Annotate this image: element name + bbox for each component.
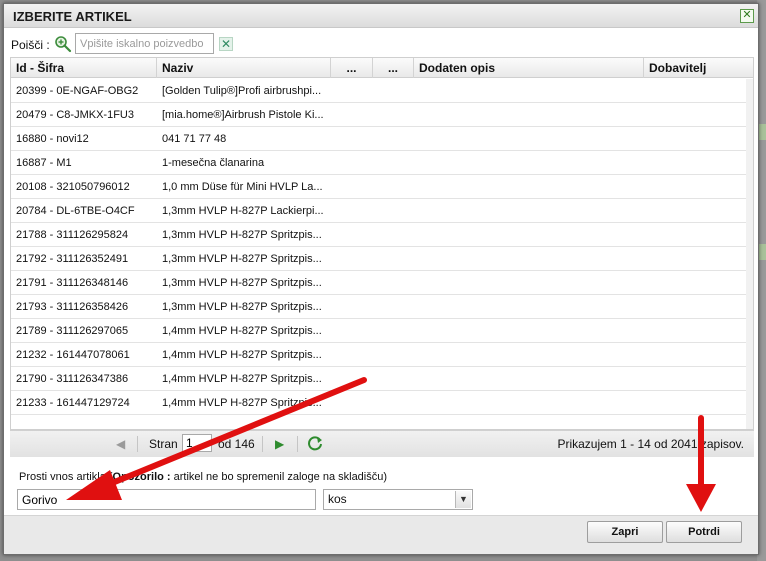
cell-id-sifra: 21790 - 311126347386 (16, 373, 129, 385)
cell-id-sifra: 16887 - M1 (16, 157, 72, 169)
column-header-id[interactable]: Id - Šifra (11, 58, 157, 78)
close-icon[interactable]: ✕ (740, 9, 754, 23)
page-count-label: od 146 (218, 437, 255, 451)
cell-naziv: 1,4mm HVLP H-827P Spritzpis... (162, 349, 322, 361)
table-row[interactable]: 21790 - 311126347386 1,4mm HVLP H-827P Sp… (11, 367, 753, 391)
cell-naziv: 1-mesečna članarina (162, 157, 265, 169)
next-page-icon[interactable]: ▶ (275, 438, 284, 450)
cell-naziv: 1,3mm HVLP H-827P Spritzpis... (162, 253, 322, 265)
table-row[interactable]: 20784 - DL-6TBE-O4CF 1,3mm HVLP H-827P La… (11, 199, 753, 223)
cell-naziv: 041 71 77 48 (162, 133, 227, 145)
column-header-extra-2[interactable]: ... (373, 58, 414, 78)
dialog-title: IZBERITE ARTIKEL (13, 9, 132, 24)
dialog-footer: Zapri Potrdi (4, 515, 758, 554)
chevron-down-icon[interactable]: ▼ (455, 491, 471, 508)
table-row[interactable]: 16880 - novi12 041 71 77 48 (11, 127, 753, 151)
manual-entry-section: Prosti vnos artikla (Opozorilo : artikel… (10, 457, 754, 515)
cell-naziv: 1,4mm HVLP H-827P Spritzpis... (162, 325, 322, 337)
cell-id-sifra: 16880 - novi12 (16, 133, 89, 145)
previous-page-icon[interactable]: ◀ (116, 438, 125, 450)
manual-entry-label-prefix: Prosti vnos artikla ( (19, 471, 113, 483)
column-header-naziv[interactable]: Naziv (157, 58, 331, 78)
manual-entry-warning: Opozorilo : (112, 471, 171, 483)
cell-id-sifra: 21789 - 311126297065 (16, 325, 129, 337)
table-row[interactable]: 21792 - 311126352491 1,3mm HVLP H-827P Sp… (11, 247, 753, 271)
column-header-extra-1[interactable]: ... (331, 58, 373, 78)
cell-naziv: [mia.home®]Airbrush Pistole Ki... (162, 109, 324, 121)
table-row[interactable]: 21789 - 311126297065 1,4mm HVLP H-827P Sp… (11, 319, 753, 343)
unit-select[interactable]: kos ▼ (323, 489, 473, 510)
cell-id-sifra: 21232 - 161447078061 (16, 349, 130, 361)
cell-naziv: 1,0 mm Düse für Mini HVLP La... (162, 181, 323, 193)
grid-body: 20399 - 0E-NGAF-OBG2 [Golden Tulip®]Profi… (11, 79, 753, 415)
column-header-dobavitelj[interactable]: Dobavitelj (644, 58, 753, 78)
cell-naziv: 1,4mm HVLP H-827P Spritzpis... (162, 397, 322, 409)
unit-select-value: kos (328, 492, 347, 506)
search-input[interactable] (75, 33, 214, 54)
cell-id-sifra: 21233 - 161447129724 (16, 397, 130, 409)
manual-entry-label-suffix: artikel ne bo spremenil zaloge na skladi… (170, 471, 388, 483)
column-header-dodaten-opis[interactable]: Dodaten opis (414, 58, 644, 78)
table-row[interactable]: 20108 - 321050796012 1,0 mm Düse für Mini… (11, 175, 753, 199)
records-info: Prikazujem 1 - 14 od 2041 zapisov. (557, 437, 744, 451)
cell-naziv: [Golden Tulip®]Profi airbrushpi... (162, 85, 322, 97)
table-row[interactable]: 21791 - 311126348146 1,3mm HVLP H-827P Sp… (11, 271, 753, 295)
cell-id-sifra: 20784 - DL-6TBE-O4CF (16, 205, 135, 217)
cell-naziv: 1,3mm HVLP H-827P Spritzpis... (162, 229, 322, 241)
table-row[interactable]: 21232 - 161447078061 1,4mm HVLP H-827P Sp… (11, 343, 753, 367)
background-cell (758, 124, 766, 140)
table-row[interactable]: 21793 - 311126358426 1,3mm HVLP H-827P Sp… (11, 295, 753, 319)
grid-header: Id - Šifra Naziv ... ... Dodaten opis Do… (11, 58, 753, 78)
cell-id-sifra: 20399 - 0E-NGAF-OBG2 (16, 85, 139, 97)
articles-grid: Id - Šifra Naziv ... ... Dodaten opis Do… (10, 57, 754, 430)
manual-entry-label: Prosti vnos artikla (Opozorilo : artikel… (19, 471, 387, 483)
table-row[interactable]: 20479 - C8-JMKX-1FU3 [mia.home®]Airbrush … (11, 103, 753, 127)
search-label: Poišči : (11, 38, 50, 52)
select-article-dialog: IZBERITE ARTIKEL ✕ Poišči : ✕ Id - Šifra… (3, 3, 759, 555)
manual-article-name-input[interactable] (17, 489, 316, 510)
table-row[interactable]: 21788 - 311126295824 1,3mm HVLP H-827P Sp… (11, 223, 753, 247)
page-number-input[interactable] (182, 434, 212, 452)
search-icon[interactable] (54, 35, 72, 53)
table-row[interactable]: 20399 - 0E-NGAF-OBG2 [Golden Tulip®]Profi… (11, 79, 753, 103)
background-cell (758, 244, 766, 260)
cell-naziv: 1,3mm HVLP H-827P Spritzpis... (162, 277, 322, 289)
pager-divider (137, 436, 138, 452)
search-bar: Poišči : ✕ (10, 33, 750, 57)
confirm-button[interactable]: Potrdi (666, 521, 742, 543)
pager-divider (262, 436, 263, 452)
dialog-titlebar: IZBERITE ARTIKEL ✕ (4, 4, 758, 28)
cell-naziv: 1,3mm HVLP H-827P Spritzpis... (162, 301, 322, 313)
cell-naziv: 1,3mm HVLP H-827P Lackierpi... (162, 205, 324, 217)
cell-naziv: 1,4mm HVLP H-827P Spritzpis... (162, 373, 322, 385)
cell-id-sifra: 21791 - 311126348146 (16, 277, 129, 289)
cell-id-sifra: 21792 - 311126352491 (16, 253, 129, 265)
grid-scrollbar[interactable] (746, 79, 753, 429)
table-row[interactable]: 16887 - M1 1-mesečna članarina (11, 151, 753, 175)
pagination-bar: ◀ Stran od 146 ▶ Prikazujem 1 - 14 od 20… (10, 430, 754, 457)
close-button[interactable]: Zapri (587, 521, 663, 543)
pager-divider (297, 436, 298, 452)
page-label: Stran (149, 437, 178, 451)
cell-id-sifra: 20108 - 321050796012 (16, 181, 130, 193)
cell-id-sifra: 21793 - 311126358426 (16, 301, 129, 313)
refresh-icon[interactable] (307, 435, 323, 451)
table-row[interactable]: 21233 - 161447129724 1,4mm HVLP H-827P Sp… (11, 391, 753, 415)
clear-search-icon[interactable]: ✕ (219, 37, 233, 51)
cell-id-sifra: 20479 - C8-JMKX-1FU3 (16, 109, 134, 121)
cell-id-sifra: 21788 - 311126295824 (16, 229, 129, 241)
